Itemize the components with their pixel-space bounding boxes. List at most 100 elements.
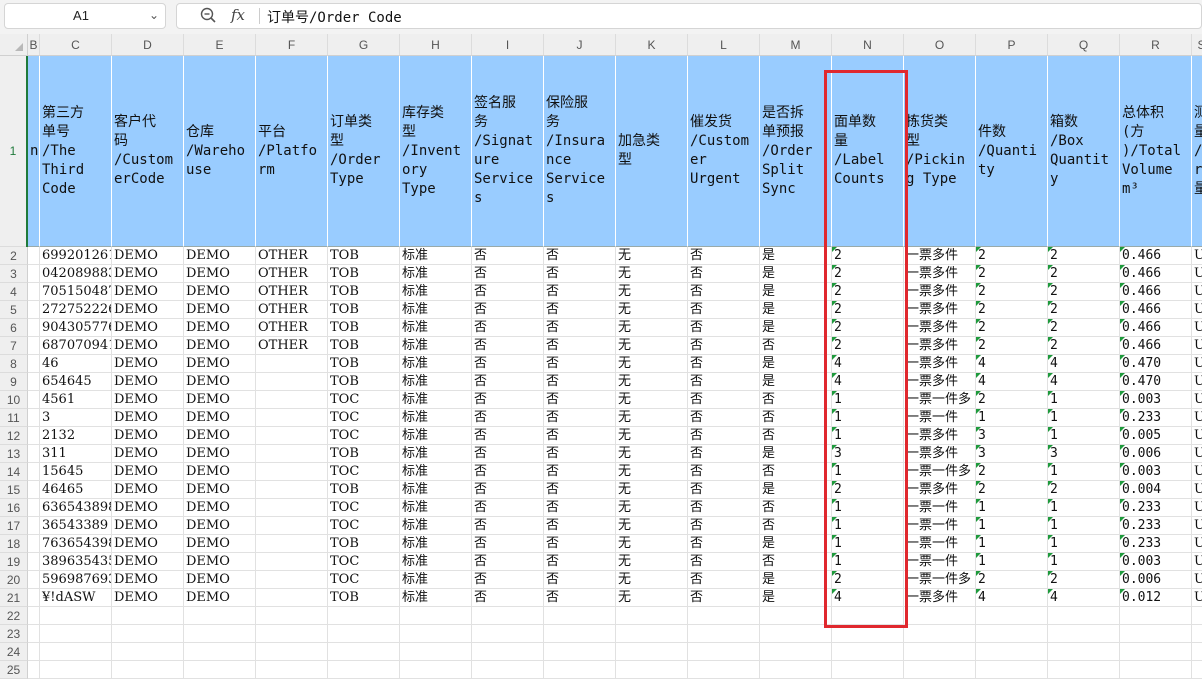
- table-cell[interactable]: 否: [472, 373, 544, 391]
- table-cell[interactable]: 否: [688, 247, 760, 265]
- table-cell[interactable]: 否: [760, 337, 832, 355]
- empty-cell[interactable]: [40, 661, 112, 679]
- empty-cell[interactable]: [472, 661, 544, 679]
- table-cell[interactable]: [256, 553, 328, 571]
- table-cell[interactable]: U: [1192, 319, 1202, 337]
- empty-cell[interactable]: [1192, 625, 1202, 643]
- table-cell[interactable]: 2: [976, 481, 1048, 499]
- empty-cell[interactable]: [1048, 607, 1120, 625]
- table-cell[interactable]: 否: [688, 409, 760, 427]
- table-cell[interactable]: [256, 499, 328, 517]
- table-cell[interactable]: 2: [976, 265, 1048, 283]
- table-cell[interactable]: 2: [1048, 265, 1120, 283]
- table-cell[interactable]: DEMO: [112, 517, 184, 535]
- header-cell-g[interactable]: 订单类 型 /Order Type: [328, 56, 400, 247]
- table-cell[interactable]: DEMO: [112, 391, 184, 409]
- row-header-22[interactable]: 22: [0, 607, 28, 625]
- table-cell[interactable]: TOC: [328, 463, 400, 481]
- table-cell[interactable]: OTHER: [256, 265, 328, 283]
- table-cell[interactable]: 0.003: [1120, 553, 1192, 571]
- table-cell[interactable]: 是: [760, 355, 832, 373]
- table-cell[interactable]: 一票多件: [904, 337, 976, 355]
- header-cell-b[interactable]: ne: [28, 56, 40, 247]
- table-cell[interactable]: 是: [760, 319, 832, 337]
- table-cell[interactable]: TOB: [328, 319, 400, 337]
- table-cell[interactable]: DEMO: [184, 589, 256, 607]
- empty-cell[interactable]: [328, 661, 400, 679]
- table-cell[interactable]: TOC: [328, 427, 400, 445]
- table-cell[interactable]: 1: [832, 553, 904, 571]
- table-cell[interactable]: TOB: [328, 247, 400, 265]
- table-cell[interactable]: 无: [616, 283, 688, 301]
- table-cell[interactable]: 否: [544, 391, 616, 409]
- table-cell[interactable]: 36543389: [40, 517, 112, 535]
- empty-cell[interactable]: [544, 643, 616, 661]
- table-cell[interactable]: [28, 535, 40, 553]
- table-cell[interactable]: 否: [688, 319, 760, 337]
- row-header-11[interactable]: 11: [0, 409, 28, 427]
- table-cell[interactable]: 38963543564: [40, 553, 112, 571]
- empty-cell[interactable]: [760, 661, 832, 679]
- table-cell[interactable]: 04208988323: [40, 265, 112, 283]
- table-cell[interactable]: [28, 517, 40, 535]
- empty-cell[interactable]: [688, 607, 760, 625]
- header-cell-p[interactable]: 件数 /Quanti ty: [976, 56, 1048, 247]
- table-cell[interactable]: [28, 553, 40, 571]
- table-cell[interactable]: 2: [976, 571, 1048, 589]
- table-cell[interactable]: 是: [760, 301, 832, 319]
- formula-bar[interactable]: fx 订单号/Order Code: [176, 3, 1202, 29]
- table-cell[interactable]: ¥!dASW: [40, 589, 112, 607]
- table-cell[interactable]: 1: [1048, 409, 1120, 427]
- table-cell[interactable]: 2: [832, 481, 904, 499]
- table-cell[interactable]: 否: [544, 445, 616, 463]
- table-cell[interactable]: 0.012: [1120, 589, 1192, 607]
- table-cell[interactable]: [28, 571, 40, 589]
- table-cell[interactable]: 否: [688, 535, 760, 553]
- table-cell[interactable]: 否: [544, 409, 616, 427]
- empty-cell[interactable]: [616, 661, 688, 679]
- table-cell[interactable]: 无: [616, 517, 688, 535]
- table-cell[interactable]: 否: [688, 391, 760, 409]
- table-cell[interactable]: [28, 373, 40, 391]
- table-cell[interactable]: 否: [472, 481, 544, 499]
- table-cell[interactable]: 2: [832, 283, 904, 301]
- table-cell[interactable]: TOB: [328, 535, 400, 553]
- table-cell[interactable]: U: [1192, 355, 1202, 373]
- table-cell[interactable]: 一票一件: [904, 499, 976, 517]
- empty-cell[interactable]: [544, 661, 616, 679]
- table-cell[interactable]: DEMO: [112, 319, 184, 337]
- table-cell[interactable]: [28, 445, 40, 463]
- table-cell[interactable]: [28, 481, 40, 499]
- table-cell[interactable]: 否: [760, 463, 832, 481]
- table-cell[interactable]: 一票多件: [904, 319, 976, 337]
- table-cell[interactable]: 无: [616, 589, 688, 607]
- table-cell[interactable]: [256, 571, 328, 589]
- row-header-1[interactable]: 1: [0, 56, 28, 247]
- table-cell[interactable]: U: [1192, 571, 1202, 589]
- table-cell[interactable]: 无: [616, 571, 688, 589]
- table-cell[interactable]: 否: [472, 265, 544, 283]
- table-cell[interactable]: [28, 427, 40, 445]
- header-cell-d[interactable]: 客户代 码 /Custom erCode: [112, 56, 184, 247]
- table-cell[interactable]: 否: [760, 427, 832, 445]
- table-cell[interactable]: 无: [616, 319, 688, 337]
- table-cell[interactable]: [28, 319, 40, 337]
- table-cell[interactable]: DEMO: [112, 409, 184, 427]
- table-cell[interactable]: 否: [472, 589, 544, 607]
- table-cell[interactable]: 标准: [400, 355, 472, 373]
- table-cell[interactable]: TOC: [328, 409, 400, 427]
- table-cell[interactable]: 标准: [400, 463, 472, 481]
- table-cell[interactable]: [28, 409, 40, 427]
- table-cell[interactable]: 2: [1048, 247, 1120, 265]
- table-cell[interactable]: 90430577623: [40, 319, 112, 337]
- table-cell[interactable]: 一票多件: [904, 283, 976, 301]
- row-header-16[interactable]: 16: [0, 499, 28, 517]
- empty-cell[interactable]: [904, 607, 976, 625]
- table-cell[interactable]: 1: [1048, 463, 1120, 481]
- empty-cell[interactable]: [688, 643, 760, 661]
- table-cell[interactable]: [256, 445, 328, 463]
- table-cell[interactable]: 2: [976, 391, 1048, 409]
- table-cell[interactable]: 4: [1048, 373, 1120, 391]
- header-cell-q[interactable]: 箱数 /Box Quantit y: [1048, 56, 1120, 247]
- table-cell[interactable]: 否: [472, 427, 544, 445]
